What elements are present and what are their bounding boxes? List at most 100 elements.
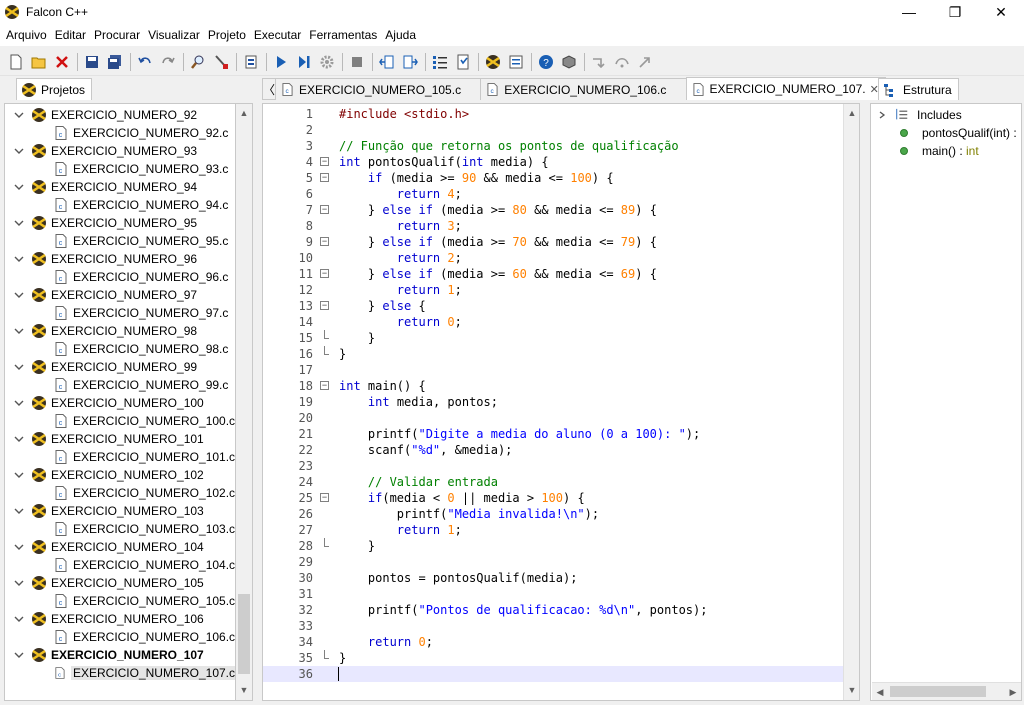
save-all-icon[interactable] [105,52,125,72]
file-node[interactable]: c EXERCICIO_NUMERO_93.c [5,160,235,178]
code-line[interactable]: 10 return 2; [263,250,859,266]
tab-scroll-left-button[interactable]: 〈 [262,78,277,100]
code-line[interactable]: 2 [263,122,859,138]
code-line[interactable]: 14 return 0; [263,314,859,330]
tab-file[interactable]: cEXERCICIO_NUMERO_105.c✕ [275,78,482,100]
code-line[interactable]: 17 [263,362,859,378]
file-node[interactable]: c EXERCICIO_NUMERO_101.c [5,448,235,466]
projects-scrollbar[interactable]: ▲ ▼ [236,103,253,701]
code-line[interactable]: 7− } else if (media >= 80 && media <= 89… [263,202,859,218]
bookmark-icon[interactable] [453,52,473,72]
menu-ferramentas[interactable]: Ferramentas [305,24,381,46]
code-line[interactable]: 19 int media, pontos; [263,394,859,410]
replace-icon[interactable] [211,52,231,72]
open-folder-icon[interactable] [29,52,49,72]
file-node[interactable]: c EXERCICIO_NUMERO_105.c [5,592,235,610]
project-node[interactable]: EXERCICIO_NUMERO_100 [5,394,235,412]
fold-toggle-icon[interactable]: − [320,269,329,278]
chevron-down-icon[interactable] [13,325,25,337]
code-line[interactable]: 5− if (media >= 90 && media <= 100) { [263,170,859,186]
scroll-thumb[interactable] [890,686,986,697]
fold-toggle-icon[interactable]: − [320,237,329,246]
packages-icon[interactable] [559,52,579,72]
scroll-right-arrow[interactable]: ▶ [1005,684,1021,700]
code-line[interactable]: 26 printf("Media invalida!\n"); [263,506,859,522]
code-line[interactable]: 6 return 4; [263,186,859,202]
file-node[interactable]: c EXERCICIO_NUMERO_92.c [5,124,235,142]
project-node[interactable]: EXERCICIO_NUMERO_97 [5,286,235,304]
project-node[interactable]: EXERCICIO_NUMERO_96 [5,250,235,268]
menu-visualizar[interactable]: Visualizar [144,24,204,46]
chevron-down-icon[interactable] [13,145,25,157]
compile-icon[interactable] [241,52,261,72]
code-line[interactable]: 27 return 1; [263,522,859,538]
project-node[interactable]: EXERCICIO_NUMERO_98 [5,322,235,340]
editor-scrollbar[interactable]: ▲ ▼ [843,104,859,700]
redo-icon[interactable] [158,52,178,72]
maximize-button[interactable]: ❐ [932,0,978,24]
menu-projeto[interactable]: Projeto [204,24,250,46]
tab-file[interactable]: cEXERCICIO_NUMERO_106.c✕ [480,78,687,100]
project-node[interactable]: EXERCICIO_NUMERO_99 [5,358,235,376]
file-node[interactable]: c EXERCICIO_NUMERO_104.c [5,556,235,574]
run-icon[interactable] [271,52,291,72]
file-node[interactable]: c EXERCICIO_NUMERO_96.c [5,268,235,286]
project-node[interactable]: EXERCICIO_NUMERO_102 [5,466,235,484]
fold-toggle-icon[interactable]: − [320,381,329,390]
file-node[interactable]: c EXERCICIO_NUMERO_95.c [5,232,235,250]
project-node[interactable]: EXERCICIO_NUMERO_94 [5,178,235,196]
function-node[interactable]: pontosQualif(int) : [871,124,1017,142]
file-node[interactable]: c EXERCICIO_NUMERO_103.c [5,520,235,538]
code-line[interactable]: 25− if(media < 0 || media > 100) { [263,490,859,506]
code-editor[interactable]: 1 #include <stdio.h> 2 3// Função que retor… [262,103,860,701]
code-line[interactable]: 21 printf("Digite a media do aluno (0 a … [263,426,859,442]
chevron-down-icon[interactable] [13,649,25,661]
file-node[interactable]: c EXERCICIO_NUMERO_102.c [5,484,235,502]
menu-arquivo[interactable]: Arquivo [2,24,51,46]
chevron-down-icon[interactable] [13,433,25,445]
scroll-up-arrow[interactable]: ▲ [236,105,252,121]
chevron-down-icon[interactable] [13,469,25,481]
close-file-icon[interactable] [52,52,72,72]
scroll-down-arrow[interactable]: ▼ [844,682,859,698]
scroll-left-arrow[interactable]: ◀ [872,684,888,700]
step-into-icon[interactable] [589,52,609,72]
file-node[interactable]: c EXERCICIO_NUMERO_106.c [5,628,235,646]
fold-toggle-icon[interactable]: − [320,301,329,310]
file-node[interactable]: c EXERCICIO_NUMERO_97.c [5,304,235,322]
tab-projects[interactable]: Projetos [16,78,93,100]
code-line[interactable]: 12 return 1; [263,282,859,298]
menu-ajuda[interactable]: Ajuda [381,24,420,46]
tab-file[interactable]: c EXERCICIO_NUMERO_107. ✕ [685,77,886,100]
fold-toggle-icon[interactable]: − [320,173,329,182]
code-line[interactable]: 29 [263,554,859,570]
chevron-right-icon[interactable] [877,110,887,120]
code-line[interactable]: 18− int main() { [263,378,859,394]
code-line[interactable]: 11− } else if (media >= 60 && media <= 6… [263,266,859,282]
step-icon[interactable] [294,52,314,72]
find-icon[interactable] [188,52,208,72]
close-window-button[interactable]: ✕ [978,0,1024,24]
project-node[interactable]: EXERCICIO_NUMERO_107 [5,646,235,664]
project-node[interactable]: EXERCICIO_NUMERO_106 [5,610,235,628]
code-line[interactable]: 22 scanf("%d", &media); [263,442,859,458]
code-line[interactable]: 34 return 0; [263,634,859,650]
code-line[interactable]: 24 // Validar entrada [263,474,859,490]
scroll-down-arrow[interactable]: ▼ [236,682,252,698]
code-line[interactable]: 1 #include <stdio.h> [263,106,859,122]
indent-icon[interactable] [377,52,397,72]
stop-icon[interactable] [347,52,367,72]
file-node[interactable]: c EXERCICIO_NUMERO_100.c [5,412,235,430]
chevron-down-icon[interactable] [13,613,25,625]
code-line[interactable]: 30 pontos = pontosQualif(media); [263,570,859,586]
undo-icon[interactable] [135,52,155,72]
falcon-icon[interactable] [483,52,503,72]
step-out-icon[interactable] [635,52,655,72]
scroll-up-arrow[interactable]: ▲ [844,105,859,121]
project-node[interactable]: EXERCICIO_NUMERO_95 [5,214,235,232]
code-line[interactable]: 8 return 3; [263,218,859,234]
file-node[interactable]: c EXERCICIO_NUMERO_99.c [5,376,235,394]
code-line[interactable]: 35} [263,650,859,666]
project-node[interactable]: EXERCICIO_NUMERO_103 [5,502,235,520]
code-line[interactable]: 15 } [263,330,859,346]
